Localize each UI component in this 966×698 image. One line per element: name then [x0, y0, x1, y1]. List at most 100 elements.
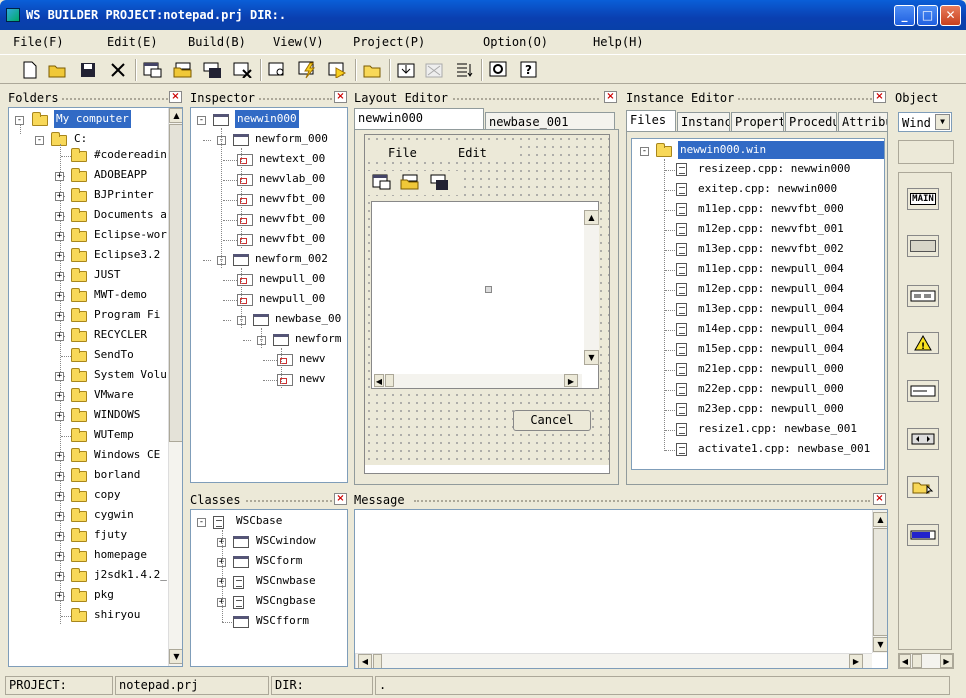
- instance-file-item[interactable]: m12ep.cpp: newpull_004: [698, 280, 844, 298]
- form-object-icon[interactable]: [907, 235, 939, 257]
- class-item[interactable]: WSCbase: [236, 512, 282, 530]
- message-area[interactable]: ▲ ▼ ◀ ▶: [354, 509, 888, 669]
- new-form-icon[interactable]: [372, 174, 392, 192]
- open-form-icon[interactable]: [400, 174, 420, 192]
- classes-close-icon[interactable]: ×: [334, 493, 347, 505]
- expand-toggle[interactable]: +: [55, 292, 64, 301]
- tree-item-folder[interactable]: Documents a: [94, 206, 167, 224]
- text-vscroll[interactable]: ▲ ▼: [584, 210, 599, 365]
- expand-toggle[interactable]: +: [55, 192, 64, 201]
- tree-item-folder[interactable]: Windows CE: [94, 446, 160, 464]
- tree-item-folder[interactable]: j2sdk1.4.2_: [94, 566, 167, 584]
- list-icon[interactable]: [453, 58, 477, 82]
- new-form-icon[interactable]: [141, 58, 165, 82]
- expand-toggle[interactable]: +: [55, 592, 64, 601]
- scroll-down-icon[interactable]: ▼: [169, 649, 182, 664]
- menu-project[interactable]: Project(P): [353, 35, 425, 49]
- tree-item-folder[interactable]: copy: [94, 486, 121, 504]
- instance-close-icon[interactable]: ×: [873, 91, 886, 103]
- tree-item-folder[interactable]: Eclipse-wor: [94, 226, 167, 244]
- instance-file-item[interactable]: resizeep.cpp: newwin000: [698, 160, 850, 178]
- expand-toggle[interactable]: +: [55, 512, 64, 521]
- menu-help[interactable]: Help(H): [593, 35, 644, 49]
- form-menu-edit[interactable]: Edit: [458, 146, 487, 160]
- tree-item-folder[interactable]: RECYCLER: [94, 326, 147, 344]
- close-form-icon[interactable]: [231, 58, 255, 82]
- inspector-item[interactable]: newv: [299, 370, 326, 388]
- tree-item-folder[interactable]: cygwin: [94, 506, 134, 524]
- instance-file-item[interactable]: m13ep.cpp: newvfbt_002: [698, 240, 844, 258]
- maximize-button[interactable]: □: [917, 5, 938, 26]
- expand-toggle[interactable]: +: [55, 312, 64, 321]
- tab-newwin000[interactable]: newwin000: [354, 108, 484, 130]
- download-icon[interactable]: [395, 58, 419, 82]
- resize-handle[interactable]: [485, 286, 492, 293]
- form-text-area[interactable]: ▲ ▼ ◀ ▶: [371, 201, 599, 389]
- tab-files[interactable]: Files: [626, 110, 676, 132]
- open-form-icon[interactable]: [171, 58, 195, 82]
- expand-toggle[interactable]: +: [55, 232, 64, 241]
- tree-item-folder[interactable]: fjuty: [94, 526, 127, 544]
- message-vscroll[interactable]: ▲ ▼: [872, 510, 887, 653]
- tree-item-folder[interactable]: homepage: [94, 546, 147, 564]
- expand-toggle[interactable]: +: [55, 252, 64, 261]
- scroll-field-icon[interactable]: [907, 428, 939, 450]
- expand-toggle[interactable]: +: [55, 332, 64, 341]
- tree-item-folder[interactable]: WINDOWS: [94, 406, 140, 424]
- expand-toggle[interactable]: +: [55, 472, 64, 481]
- tree-item-folder[interactable]: JUST: [94, 266, 121, 284]
- menu-build[interactable]: Build(B): [188, 35, 246, 49]
- scroll-thumb[interactable]: [169, 124, 182, 442]
- folders-close-icon[interactable]: ×: [169, 91, 182, 103]
- new-icon[interactable]: [18, 58, 42, 82]
- expand-toggle[interactable]: +: [55, 492, 64, 501]
- menu-edit[interactable]: Edit(E): [107, 35, 158, 49]
- object-hscroll[interactable]: ◀ ▶: [898, 653, 954, 669]
- folder-object-icon[interactable]: [907, 476, 939, 498]
- expand-toggle[interactable]: +: [55, 372, 64, 381]
- tree-item-folder[interactable]: ADOBEAPP: [94, 166, 147, 184]
- form-menu-file[interactable]: File: [388, 146, 417, 160]
- message-close-icon[interactable]: ×: [873, 493, 886, 505]
- inspector-item[interactable]: newform: [295, 330, 341, 348]
- inspector-item[interactable]: newvfbt_00: [259, 210, 325, 228]
- instance-file-item[interactable]: m14ep.cpp: newpull_004: [698, 320, 844, 338]
- expand-toggle[interactable]: +: [55, 552, 64, 561]
- run-icon[interactable]: [326, 58, 350, 82]
- tree-item-my-computer[interactable]: My computer: [54, 110, 131, 128]
- warning-icon[interactable]: !: [907, 332, 939, 354]
- cancel-button[interactable]: Cancel: [513, 410, 591, 431]
- menu-file[interactable]: File(F): [13, 35, 64, 49]
- inspector-item[interactable]: newtext_00: [259, 150, 325, 168]
- expand-toggle[interactable]: -: [640, 147, 649, 156]
- expand-toggle[interactable]: +: [55, 412, 64, 421]
- expand-toggle[interactable]: +: [55, 272, 64, 281]
- instance-file-item[interactable]: m11ep.cpp: newvfbt_000: [698, 200, 844, 218]
- inspector-item[interactable]: newpull_00: [259, 270, 325, 288]
- instance-file-item[interactable]: m13ep.cpp: newpull_004: [698, 300, 844, 318]
- expand-toggle[interactable]: +: [55, 172, 64, 181]
- tab-attribute[interactable]: Attribu: [838, 112, 888, 132]
- minimize-button[interactable]: _: [894, 5, 915, 26]
- tree-item-folder[interactable]: pkg: [94, 586, 114, 604]
- instance-file-item[interactable]: m15ep.cpp: newpull_004: [698, 340, 844, 358]
- chevron-down-icon[interactable]: ▼: [935, 114, 950, 130]
- scroll-up-icon[interactable]: ▲: [169, 108, 182, 123]
- instance-file-item[interactable]: m21ep.cpp: newpull_000: [698, 360, 844, 378]
- main-window-icon[interactable]: MAIN: [907, 188, 939, 210]
- tree-item-folder[interactable]: Program Fi: [94, 306, 160, 324]
- expand-toggle[interactable]: +: [55, 392, 64, 401]
- dialog-object-icon[interactable]: [907, 285, 939, 307]
- message-hscroll[interactable]: ◀ ▶: [355, 653, 872, 668]
- build-icon[interactable]: [296, 58, 320, 82]
- expand-toggle[interactable]: +: [55, 572, 64, 581]
- save-form-icon[interactable]: [430, 174, 450, 192]
- instance-file-item[interactable]: activate1.cpp: newbase_001: [698, 440, 870, 458]
- object-select[interactable]: Wind ▼: [898, 112, 952, 132]
- inspector-item[interactable]: newv: [299, 350, 326, 368]
- cut-icon[interactable]: [106, 58, 130, 82]
- class-item[interactable]: WSCwindow: [256, 532, 316, 550]
- folder-icon[interactable]: [361, 58, 385, 82]
- tab-procedure[interactable]: Procedu: [785, 112, 837, 132]
- tree-item-folder[interactable]: shiryou: [94, 606, 140, 624]
